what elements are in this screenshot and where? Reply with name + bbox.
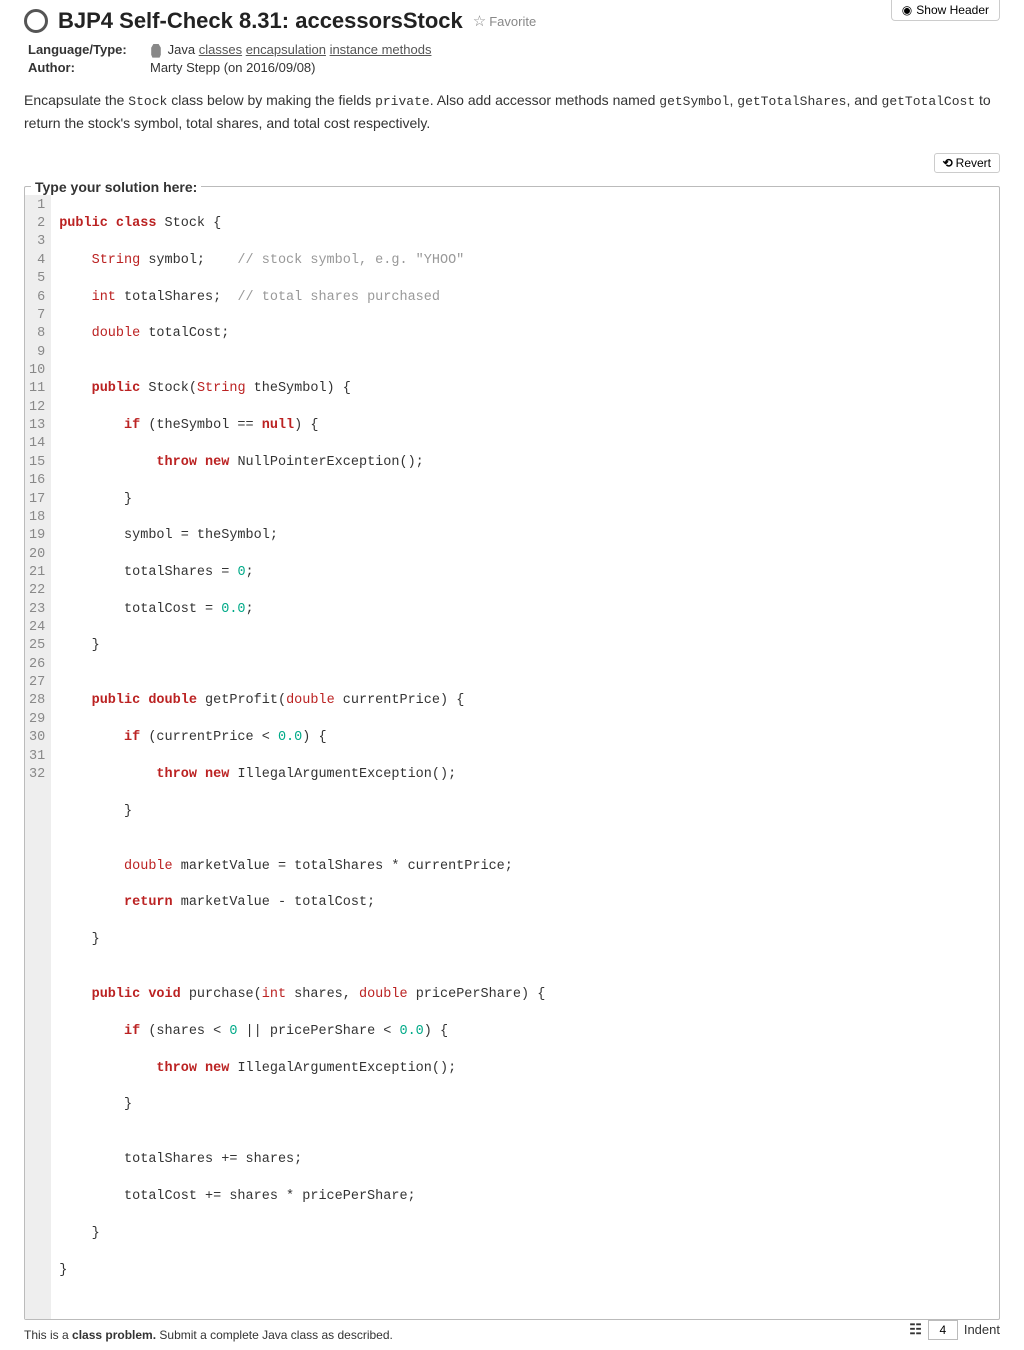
- language-name: Java: [168, 42, 195, 57]
- tag-encapsulation-link[interactable]: encapsulation: [246, 42, 326, 57]
- language-type-value: Java classes encapsulation instance meth…: [150, 42, 431, 58]
- solution-legend: Type your solution here:: [31, 179, 201, 195]
- problem-metadata: Language/Type: Java classes encapsulatio…: [28, 42, 1000, 75]
- status-circle-icon: [24, 9, 48, 33]
- revert-button[interactable]: Revert: [934, 153, 1000, 173]
- favorite-button[interactable]: Favorite: [473, 12, 536, 30]
- code-gettotalshares: getTotalShares: [737, 94, 846, 109]
- show-header-label: Show Header: [916, 3, 989, 17]
- revert-label: Revert: [956, 156, 991, 170]
- author-label: Author:: [28, 60, 150, 75]
- eye-icon: [902, 3, 912, 17]
- solution-fieldset: Type your solution here: 123456789101112…: [24, 179, 1000, 1320]
- code-gettotalcost: getTotalCost: [882, 94, 976, 109]
- page-title: BJP4 Self-Check 8.31: accessorsStock: [58, 8, 463, 34]
- revert-icon: [943, 156, 953, 170]
- indent-icon[interactable]: [909, 1321, 922, 1338]
- show-header-button[interactable]: Show Header: [891, 0, 1000, 21]
- language-type-label: Language/Type:: [28, 42, 150, 58]
- indent-label: Indent: [964, 1322, 1000, 1337]
- code-private: private: [375, 94, 430, 109]
- favorite-label: Favorite: [489, 14, 536, 29]
- code-content[interactable]: public class Stock { String symbol; // s…: [51, 195, 999, 1319]
- star-icon: [473, 12, 486, 30]
- code-getsymbol: getSymbol: [659, 94, 729, 109]
- author-value: Marty Stepp (on 2016/09/08): [150, 60, 316, 75]
- code-editor[interactable]: 1234567891011121314151617181920212223242…: [25, 195, 999, 1319]
- page-header: BJP4 Self-Check 8.31: accessorsStock Fav…: [24, 8, 1000, 34]
- java-icon: [150, 44, 162, 58]
- footer-controls: Indent: [909, 1320, 1000, 1340]
- code-stock: Stock: [128, 94, 167, 109]
- problem-description: Encapsulate the Stock class below by mak…: [24, 89, 1000, 135]
- footer-note: This is a class problem. Submit a comple…: [24, 1328, 1000, 1342]
- tag-classes-link[interactable]: classes: [199, 42, 242, 57]
- line-number-gutter: 1234567891011121314151617181920212223242…: [25, 195, 51, 1319]
- indent-input[interactable]: [928, 1320, 958, 1340]
- tag-instance-methods-link[interactable]: instance methods: [330, 42, 432, 57]
